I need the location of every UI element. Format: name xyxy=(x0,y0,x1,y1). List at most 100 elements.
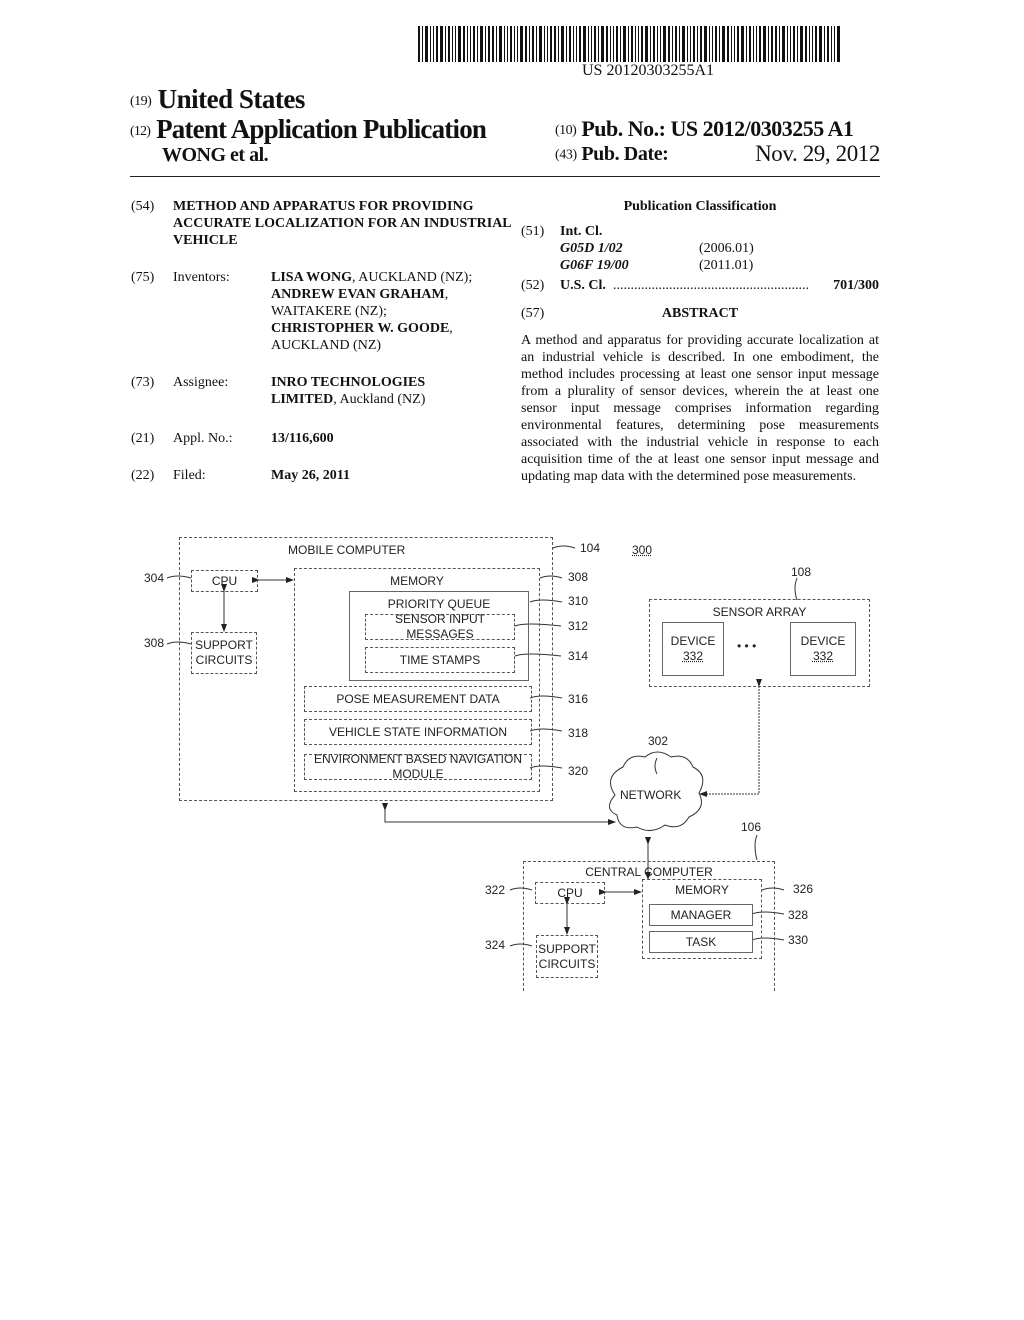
int-cl-code: (51) xyxy=(521,224,545,239)
barcode-bar xyxy=(448,26,450,62)
central-memory-label: MEMORY xyxy=(675,883,729,897)
barcode-bar xyxy=(715,26,717,62)
barcode-bar xyxy=(496,26,497,62)
ref-106: 106 xyxy=(741,820,762,834)
assignee-label: Assignee: xyxy=(173,375,229,390)
barcode-bar xyxy=(638,26,639,62)
barcode-bar xyxy=(731,26,732,62)
barcode-bar xyxy=(477,26,478,62)
time-stamps-box: TIME STAMPS xyxy=(365,647,515,673)
mobile-computer-label: MOBILE COMPUTER xyxy=(288,543,406,557)
barcode-bar xyxy=(722,26,725,62)
barcode-bar xyxy=(737,26,739,62)
pubtype-code: (12) xyxy=(130,123,151,139)
country-code: (19) xyxy=(130,93,152,109)
circuits-label: CIRCUITS xyxy=(538,956,596,971)
barcode-bar xyxy=(771,26,773,62)
filed-date: May 26, 2011 xyxy=(271,468,350,483)
pubdate-code: (43) xyxy=(555,147,577,163)
appl-number: 13/116,600 xyxy=(271,431,334,446)
ref-308-support: 308 xyxy=(144,636,165,650)
barcode-bar xyxy=(709,26,710,62)
time-stamps-label: TIME STAMPS xyxy=(399,652,481,667)
barcode-bar xyxy=(463,26,465,62)
int-class-version: (2011.01) xyxy=(699,258,754,273)
inventor-name: LISA WONG xyxy=(271,270,353,285)
barcode-bar xyxy=(837,26,840,62)
appl-field: (21) Appl. No.: 13/116,600 xyxy=(131,430,511,450)
barcode-bar xyxy=(620,26,621,62)
assignee-value: INRO TECHNOLOGIES LIMITED, Auckland (NZ) xyxy=(271,374,461,408)
barcode-bar xyxy=(834,26,835,62)
device-ref: 332 xyxy=(812,649,834,663)
barcode-bar xyxy=(712,26,713,62)
pubno-label: Pub. No.: xyxy=(581,116,666,141)
us-cl-code: (52) xyxy=(521,278,545,293)
barcode-bar xyxy=(753,26,754,62)
pose-measurement-label: POSE MEASUREMENT DATA xyxy=(336,691,500,706)
sensor-input-messages-box: SENSOR INPUT MESSAGES xyxy=(365,612,515,641)
device-ref: 332 xyxy=(682,649,704,663)
filed-label: Filed: xyxy=(173,468,206,483)
ref-308-memory: 308 xyxy=(568,570,589,584)
pub-date-line: (43) Pub. Date: Nov. 29, 2012 xyxy=(555,141,880,166)
barcode-bar xyxy=(507,26,508,62)
barcode-bar xyxy=(517,26,518,62)
abstract-heading: ABSTRACT xyxy=(661,306,739,321)
cpu-label: CPU xyxy=(211,573,238,588)
barcode-bar xyxy=(672,26,673,62)
barcode-bar xyxy=(594,26,596,62)
barcode-bar xyxy=(422,26,423,62)
barcode-bar xyxy=(418,26,420,62)
ref-104: 104 xyxy=(580,541,601,555)
us-cl-label: U.S. Cl. xyxy=(560,278,606,293)
barcode-bar xyxy=(425,26,428,62)
inventors-list: LISA WONG, AUCKLAND (NZ); ANDREW EVAN GR… xyxy=(271,269,511,354)
barcode-bar xyxy=(480,26,483,62)
barcode-bar xyxy=(504,26,505,62)
classification-heading: Publication Classification xyxy=(623,199,777,214)
barcode-bar xyxy=(598,26,599,62)
barcode-bar xyxy=(749,26,751,62)
manager-label: MANAGER xyxy=(670,907,732,922)
barcode-bar xyxy=(583,26,586,62)
barcode-bar xyxy=(819,26,822,62)
cpu-box: CPU xyxy=(191,570,258,592)
ref-322: 322 xyxy=(485,883,506,897)
barcode-bar xyxy=(746,26,747,62)
barcode-bar xyxy=(734,26,735,62)
barcode-bar xyxy=(616,26,618,62)
circuits-label: CIRCUITS xyxy=(195,653,253,667)
barcode-bar xyxy=(809,26,810,62)
barcode-bar xyxy=(492,26,494,62)
barcode-number: US 20120303255A1 xyxy=(581,62,714,79)
inventor: ANDREW EVAN GRAHAM, WAITAKERE (NZ); xyxy=(271,286,511,320)
barcode-bar xyxy=(473,26,475,62)
support-label: SUPPORT xyxy=(538,941,596,956)
device-label: DEVICE xyxy=(670,634,716,648)
barcode-bar xyxy=(558,26,559,62)
ref-318: 318 xyxy=(568,726,589,740)
int-cl-field: (51) Int. Cl. G05D 1/02 (2006.01) G06F 1… xyxy=(521,223,879,275)
barcode-bar xyxy=(514,26,515,62)
pubno-code: (10) xyxy=(555,122,577,138)
pub-number-line: (10) Pub. No.: US 2012/0303255 A1 xyxy=(555,116,854,142)
barcode-bar xyxy=(591,26,592,62)
barcode-bar xyxy=(687,26,688,62)
us-cl-field: (52) U.S. Cl. ..........................… xyxy=(521,277,879,295)
appl-label: Appl. No.: xyxy=(173,431,233,446)
task-box: TASK xyxy=(649,931,753,953)
central-computer-label: CENTRAL COMPUTER xyxy=(585,865,713,879)
barcode-bar xyxy=(779,26,780,62)
barcode-bar xyxy=(539,26,542,62)
ref-302: 302 xyxy=(648,734,669,748)
publication-type: Patent Application Publication xyxy=(156,114,487,144)
ref-304: 304 xyxy=(144,571,165,585)
inventor-place: , AUCKLAND (NZ); xyxy=(352,270,473,285)
inventor: CHRISTOPHER W. GOODE, AUCKLAND (NZ) xyxy=(271,320,511,354)
barcode-bar xyxy=(485,26,486,62)
barcode-bar xyxy=(573,26,574,62)
sensor-network-arrow xyxy=(699,679,762,797)
barcode-bar xyxy=(727,26,729,62)
ellipsis: • • • xyxy=(737,639,757,653)
